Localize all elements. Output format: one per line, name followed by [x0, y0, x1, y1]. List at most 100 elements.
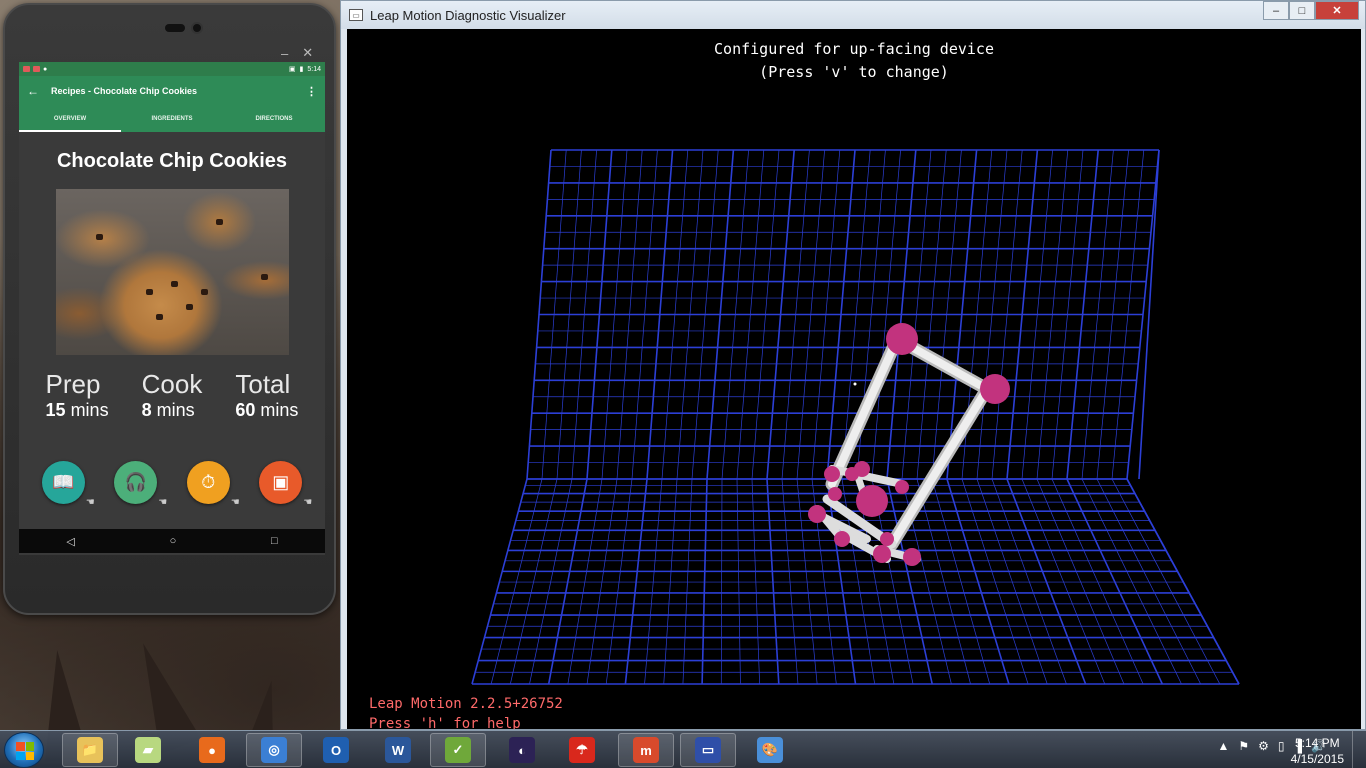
- chocolate-chip: [260, 274, 268, 280]
- back-arrow-icon[interactable]: ←: [27, 84, 39, 98]
- grid-line: [1081, 478, 1182, 685]
- grid-line: [1111, 478, 1221, 685]
- time-unit: mins: [260, 400, 299, 420]
- windows-taskbar: 📁 ▰ ● ◎ O W ✓ ◐ ☂ m ▭ 🎨 ▲ ⚑ ⚙ ▯ ▐ 🔊 5:14 PM 4/15/20…: [0, 730, 1366, 768]
- taskbar-item[interactable]: ✓: [430, 733, 486, 767]
- joint: [824, 466, 840, 482]
- headphones-icon[interactable]: 🎧 ☚: [114, 461, 167, 508]
- grid-line: [1021, 478, 1106, 685]
- visualizer-status-header: Configured for up-facing device (Press '…: [347, 38, 1361, 84]
- chocolate-chip: [145, 289, 153, 295]
- nav-home-icon[interactable]: ○: [170, 535, 177, 547]
- taskbar-item[interactable]: ●: [184, 733, 240, 767]
- app-m-icon: m: [633, 737, 659, 763]
- grid-line: [644, 478, 663, 685]
- minimize-button[interactable]: –: [1263, 1, 1289, 20]
- tab-overview[interactable]: OVERVIEW: [19, 106, 121, 132]
- maps-icon: ▰: [135, 737, 161, 763]
- tab-ingredients[interactable]: INGREDIENTS: [121, 106, 223, 132]
- clock-date: 4/15/2015: [1290, 752, 1344, 766]
- floor-grid: [471, 478, 1240, 685]
- taskbar-item[interactable]: m: [618, 733, 674, 767]
- show-hidden-icons[interactable]: ▲: [1218, 739, 1230, 753]
- grid-line: [976, 478, 1048, 685]
- grid-line: [1066, 478, 1164, 685]
- joint: [980, 374, 1010, 404]
- taskbar-item[interactable]: W: [370, 733, 426, 767]
- spreadsheet-icon: ✓: [445, 737, 471, 763]
- time-unit: mins: [156, 400, 195, 420]
- grid-line: [736, 478, 741, 685]
- taskbar-item[interactable]: O: [308, 733, 364, 767]
- phone-camera: [191, 22, 203, 34]
- notification-icon: [23, 66, 30, 72]
- chocolate-chip: [95, 234, 103, 240]
- chocolate-chip: [215, 219, 223, 225]
- status-time: 5:14: [307, 65, 321, 73]
- action-center-icon[interactable]: ⚑: [1238, 739, 1249, 753]
- change-hint-text: (Press 'v' to change): [759, 63, 949, 81]
- cast-icon: ▣: [288, 66, 296, 73]
- grid-line: [471, 478, 528, 685]
- time-value: 8: [141, 400, 152, 420]
- oven-glyph: ▣: [272, 472, 290, 492]
- emulator-close-button[interactable]: ✕: [302, 45, 313, 61]
- chocolate-chip: [185, 304, 193, 310]
- system-clock[interactable]: 5:14 PM 4/15/2015: [1291, 735, 1344, 767]
- timer-icon[interactable]: ⏱ ☚: [186, 461, 240, 508]
- window-titlebar[interactable]: ▭ Leap Motion Diagnostic Visualizer – □ …: [341, 1, 1365, 29]
- taskbar-item[interactable]: ▭: [680, 733, 736, 767]
- close-button[interactable]: ✕: [1315, 1, 1359, 20]
- taskbar-item[interactable]: ◐: [494, 733, 550, 767]
- outlook-icon: O: [323, 737, 349, 763]
- app-window-icon: ▭: [349, 9, 363, 21]
- joint: [895, 480, 909, 494]
- taskbar-item[interactable]: ▰: [120, 733, 176, 767]
- cook-time: Cook 8 mins: [142, 369, 203, 421]
- tab-label: INGREDIENTS: [151, 116, 193, 122]
- recipe-tabs: OVERVIEW INGREDIENTS DIRECTIONS: [19, 106, 325, 132]
- taskbar-item[interactable]: ☂: [554, 733, 610, 767]
- joint: [886, 323, 918, 355]
- overflow-menu-icon[interactable]: ⋮: [306, 85, 317, 98]
- tab-directions[interactable]: DIRECTIONS: [223, 106, 325, 132]
- grid-line: [682, 478, 693, 685]
- start-button[interactable]: [4, 732, 44, 768]
- cookie-photo: [55, 189, 289, 355]
- book-glyph: 📖: [52, 472, 75, 492]
- nav-back-icon[interactable]: ◁: [66, 535, 74, 548]
- grid-line: [991, 478, 1067, 685]
- maximize-button[interactable]: □: [1289, 1, 1315, 20]
- battery-tray-icon[interactable]: ▯: [1278, 739, 1285, 753]
- time-value: 15: [45, 400, 66, 420]
- hand-cursor-icon: ☚: [303, 497, 313, 508]
- pointer-dot: [853, 382, 857, 386]
- grid-line: [1126, 478, 1240, 685]
- timer-glyph: ⏱: [201, 472, 216, 492]
- android-notification-icon: ●: [43, 65, 48, 73]
- recipe-times: Prep 15 mins Cook 8 mins Total 60 mins: [19, 369, 325, 421]
- settings-tray-icon[interactable]: ⚙: [1258, 739, 1269, 753]
- emulator-minimize-button[interactable]: –: [281, 46, 288, 61]
- joint: [834, 531, 850, 547]
- time-label: Cook: [141, 369, 203, 399]
- taskbar-item[interactable]: ◎: [246, 733, 302, 767]
- total-time: Total 60 mins: [235, 369, 298, 421]
- leap-visualizer-icon: ▭: [695, 737, 721, 763]
- help-hint-text: Press 'h' for help: [369, 716, 521, 729]
- taskbar-item[interactable]: 📁: [62, 733, 118, 767]
- nav-recents-icon[interactable]: □: [271, 535, 278, 547]
- android-nav-bar: ◁ ○ □: [19, 529, 325, 553]
- windows-logo-icon: [16, 742, 34, 760]
- grid-line: [751, 478, 760, 685]
- book-icon[interactable]: 📖 ☚: [41, 461, 95, 508]
- headphones-glyph: 🎧: [124, 472, 147, 492]
- show-desktop-button[interactable]: [1352, 731, 1366, 768]
- taskbar-item[interactable]: 🎨: [742, 733, 798, 767]
- oven-icon[interactable]: ▣ ☚: [259, 461, 312, 508]
- grid-line: [547, 478, 588, 685]
- phone-speaker: [165, 24, 185, 32]
- phone-screen: ● ▣ ▮ 5:14 ← Recipes - Chocolate Chip Co…: [19, 62, 325, 555]
- file-explorer-icon: 📁: [77, 737, 103, 763]
- visualizer-canvas[interactable]: Configured for up-facing device (Press '…: [347, 29, 1361, 729]
